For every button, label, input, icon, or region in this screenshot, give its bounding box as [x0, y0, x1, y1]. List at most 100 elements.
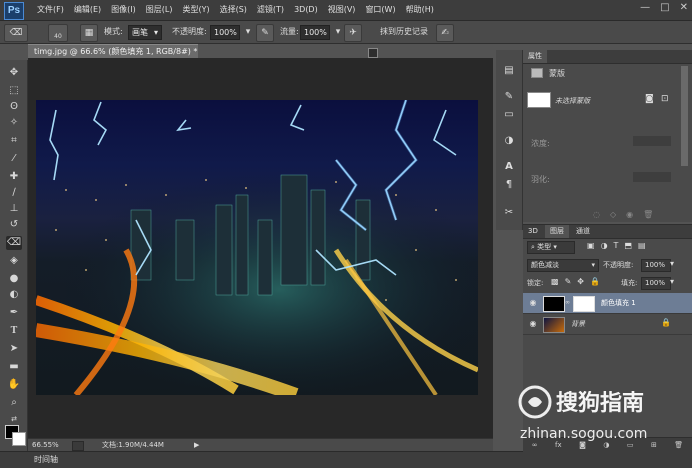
layers-tab-header: 3D 图层 通道: [523, 225, 692, 239]
feather-input[interactable]: [633, 172, 671, 182]
marquee-tool-icon[interactable]: ⬚: [6, 84, 22, 98]
status-bar: 66.55% 文档:1.90M/4.44M ▶: [28, 438, 493, 451]
filter-type-icon[interactable]: T: [614, 241, 619, 250]
menu-item-3[interactable]: 图层(L): [141, 0, 178, 20]
paint-bucket-tool-icon[interactable]: ◈: [6, 254, 22, 268]
zoom-tool-icon[interactable]: ⌕: [6, 396, 22, 410]
mode-select[interactable]: 画笔 ▾: [128, 25, 162, 40]
menu-item-7[interactable]: 3D(D): [289, 0, 323, 20]
status-menu-box[interactable]: [72, 441, 84, 451]
load-selection-icon[interactable]: ◌: [593, 210, 600, 219]
menu-item-9[interactable]: 窗口(W): [360, 0, 400, 20]
paragraph-panel-icon[interactable]: ¶: [501, 178, 517, 192]
menu-item-6[interactable]: 滤镜(T): [252, 0, 289, 20]
adjustments-panel-icon[interactable]: ◑: [501, 134, 517, 148]
menu-item-10[interactable]: 帮助(H): [401, 0, 439, 20]
minimize-button[interactable]: —: [640, 2, 650, 13]
lock-image-icon[interactable]: ✎: [565, 277, 572, 286]
chevron-down-icon[interactable]: ▾: [670, 277, 674, 286]
blur-tool-icon[interactable]: ●: [6, 272, 22, 286]
brush-size-picker[interactable]: 40: [48, 24, 68, 42]
lock-transparent-icon[interactable]: ▩: [551, 277, 559, 286]
brush-preset-panel-icon[interactable]: ✎: [501, 90, 517, 104]
tab-3d[interactable]: 3D: [523, 225, 543, 238]
lock-position-icon[interactable]: ✥: [577, 277, 584, 286]
menu-item-0[interactable]: 文件(F): [32, 0, 69, 20]
status-arrow-icon[interactable]: ▶: [194, 439, 199, 451]
tab-channels[interactable]: 通道: [571, 225, 595, 238]
history-brush-tool-icon[interactable]: ↺: [6, 218, 22, 232]
flow-input[interactable]: 100%: [300, 25, 330, 40]
mask-status-label: 未选择蒙版: [555, 97, 590, 105]
hand-tool-icon[interactable]: ✋: [6, 378, 22, 392]
history-panel-icon[interactable]: ▤: [501, 64, 517, 78]
rectangle-tool-icon[interactable]: ▬: [6, 360, 22, 374]
path-selection-tool-icon[interactable]: ➤: [6, 342, 22, 356]
filter-adjustment-icon[interactable]: ◑: [601, 241, 608, 250]
tool-presets-panel-icon[interactable]: ✂: [501, 206, 517, 220]
magic-wand-tool-icon[interactable]: ✧: [6, 116, 22, 130]
background-color-swatch[interactable]: [12, 432, 26, 446]
fill-input[interactable]: 100%: [641, 277, 671, 290]
layer-row[interactable]: ◉ 背景 🔒: [523, 314, 692, 335]
density-label: 浓度:: [531, 139, 550, 148]
chevron-down-icon[interactable]: ▾: [670, 259, 674, 268]
pressure-opacity-icon[interactable]: ✎: [256, 24, 274, 42]
eye-icon[interactable]: ◉: [527, 318, 539, 330]
layer-opacity-input[interactable]: 100%: [641, 259, 671, 272]
link-icon[interactable]: ∞: [565, 299, 570, 306]
menu-item-8[interactable]: 视图(V): [323, 0, 361, 20]
pen-tool-icon[interactable]: ✒: [6, 306, 22, 320]
healing-tool-icon[interactable]: ✚: [6, 170, 22, 184]
layer-row[interactable]: ◉ ∞ 颜色填充 1: [523, 293, 692, 314]
eraser-tool-icon[interactable]: ⌫: [6, 236, 22, 250]
menu-item-4[interactable]: 类型(Y): [177, 0, 214, 20]
properties-scrollbar[interactable]: [681, 66, 688, 166]
add-pixel-mask-icon[interactable]: ◙: [645, 94, 654, 104]
maximize-button[interactable]: □: [660, 2, 669, 13]
crop-tool-icon[interactable]: ⌗: [6, 134, 22, 148]
history-checkbox[interactable]: [368, 48, 378, 58]
eyedropper-tool-icon[interactable]: ⁄: [6, 152, 22, 166]
lock-icons: ▩ ✎ ✥ 🔒: [551, 277, 600, 286]
menu-item-2[interactable]: 图像(I): [106, 0, 141, 20]
brush-panel-icon[interactable]: ▦: [80, 24, 98, 42]
menu-item-1[interactable]: 编辑(E): [69, 0, 106, 20]
lock-all-icon[interactable]: 🔒: [590, 277, 600, 286]
filter-pixel-icon[interactable]: ▣: [587, 241, 595, 250]
canvas-image[interactable]: [36, 100, 478, 395]
document-tab[interactable]: timg.jpg @ 66.6% (颜色填充 1, RGB/8#) * ×: [28, 44, 198, 70]
tab-properties[interactable]: 属性: [523, 50, 547, 63]
stamp-tool-icon[interactable]: ⊥: [6, 202, 22, 216]
move-tool-icon[interactable]: ✥: [6, 66, 22, 80]
filter-shape-icon[interactable]: ⬒: [624, 241, 632, 250]
opacity-dropdown-icon[interactable]: ▾: [240, 24, 256, 40]
menu-item-5[interactable]: 选择(S): [215, 0, 252, 20]
type-tool-icon[interactable]: T: [6, 324, 22, 338]
pressure-size-icon[interactable]: ✍: [436, 24, 454, 42]
opacity-input[interactable]: 100%: [210, 25, 240, 40]
zoom-level[interactable]: 66.55%: [32, 439, 59, 451]
airbrush-icon[interactable]: ✈: [344, 24, 362, 42]
swap-colors-icon[interactable]: ⇄: [6, 412, 22, 426]
tab-layers[interactable]: 图层: [545, 225, 569, 238]
mask-section-title: 蒙版: [549, 69, 565, 78]
brush-tool-icon[interactable]: ∕: [6, 186, 22, 200]
delete-mask-icon[interactable]: 🗑: [643, 210, 653, 219]
close-button[interactable]: ✕: [680, 2, 688, 13]
dodge-tool-icon[interactable]: ◐: [6, 288, 22, 302]
actions-panel-icon[interactable]: ▭: [501, 108, 517, 122]
character-panel-icon[interactable]: A: [501, 160, 517, 174]
blend-mode-select[interactable]: 颜色减淡 ▾: [527, 259, 599, 272]
eraser-preset-icon[interactable]: ⌫: [4, 24, 28, 42]
layer-filter-select[interactable]: ⌕ 类型 ▾: [527, 241, 575, 254]
filter-smart-icon[interactable]: ▤: [638, 241, 646, 250]
toggle-mask-icon[interactable]: ◉: [626, 210, 633, 219]
fill-label: 填充:: [621, 279, 638, 287]
apply-mask-icon[interactable]: ◇: [610, 210, 616, 219]
density-input[interactable]: [633, 136, 671, 146]
eye-icon[interactable]: ◉: [527, 297, 539, 309]
lasso-tool-icon[interactable]: ʘ: [6, 100, 22, 114]
add-vector-mask-icon[interactable]: ⊡: [661, 94, 669, 104]
timeline-tab[interactable]: 时间轴: [34, 452, 58, 468]
